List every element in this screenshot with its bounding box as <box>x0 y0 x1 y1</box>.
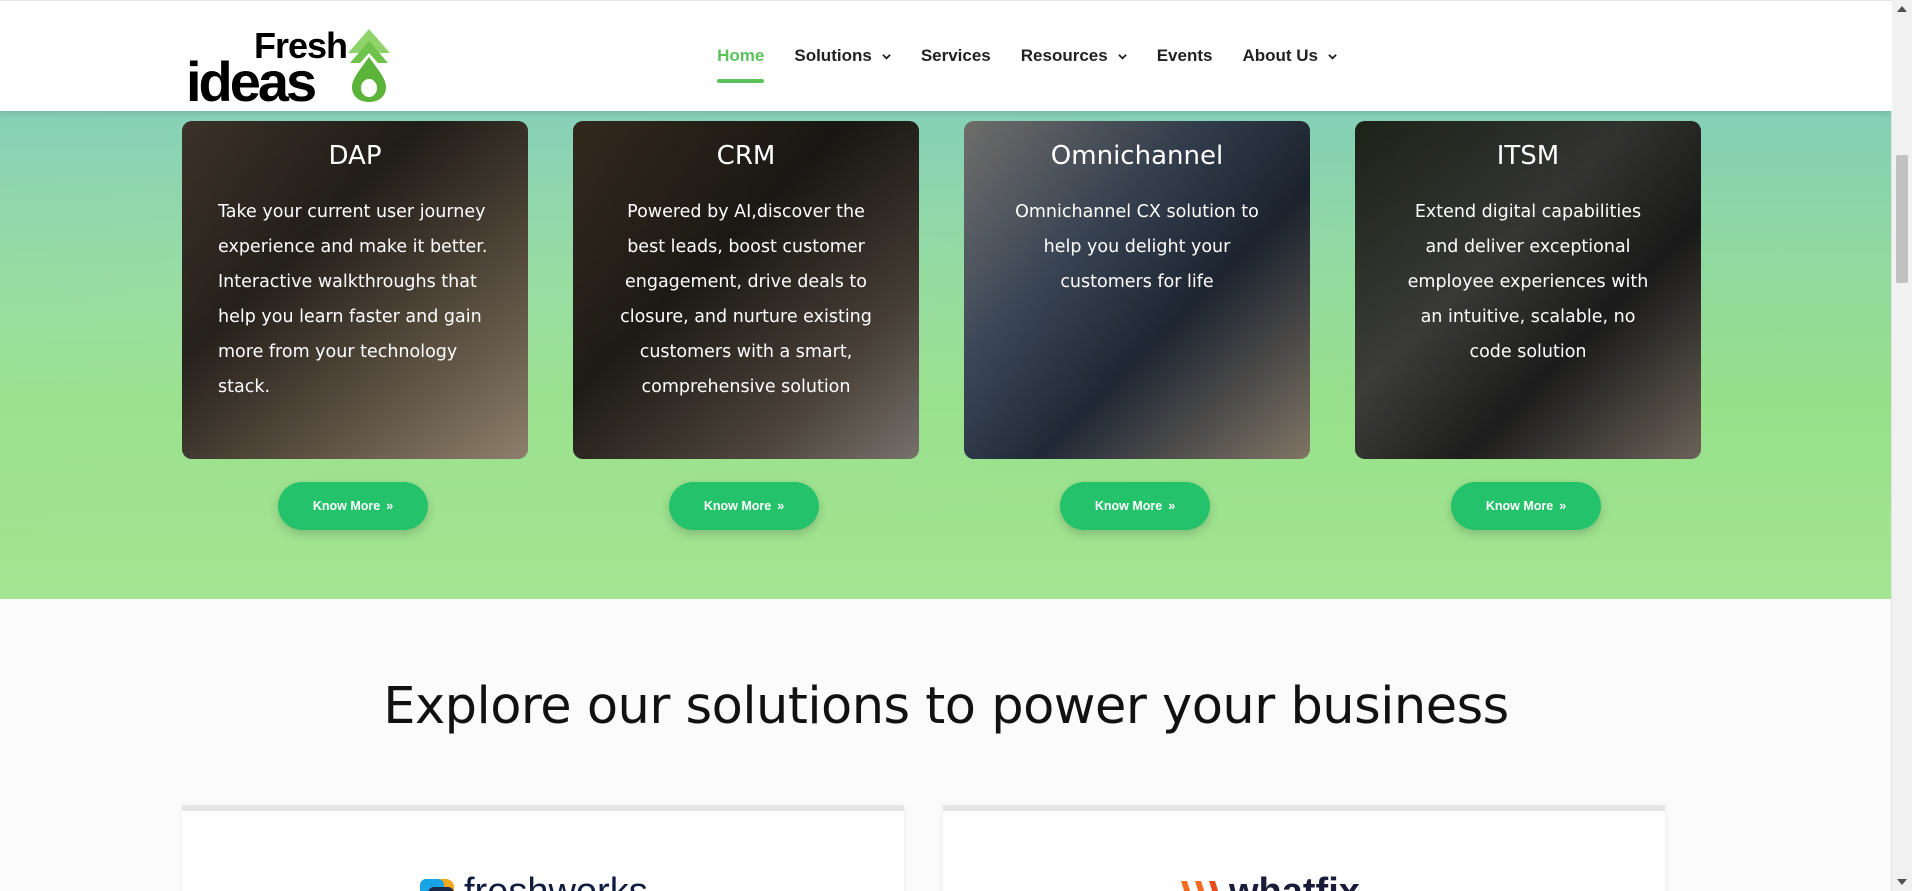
whatfix-logo-icon <box>1181 881 1219 891</box>
page: Fresh ideas Home Solutions Services Reso… <box>0 0 1892 891</box>
card-dap[interactable]: DAP Take your current user journey exper… <box>182 121 528 459</box>
leaf-drop-icon <box>348 29 390 102</box>
explore-section: Explore our solutions to power your busi… <box>0 599 1892 891</box>
know-more-button-dap[interactable]: Know More » <box>278 482 428 530</box>
know-more-label: Know More <box>312 499 381 513</box>
site-header: Fresh ideas Home Solutions Services Reso… <box>0 0 1892 113</box>
nav-events-label: Events <box>1156 46 1213 65</box>
nav-solutions-label: Solutions <box>794 46 872 65</box>
nav-services-label: Services <box>920 46 991 65</box>
nav-resources[interactable]: Resources <box>1006 1 1142 111</box>
card-omnichannel[interactable]: Omnichannel Omnichannel CX solution to h… <box>964 121 1310 459</box>
double-chevron-right-icon: » <box>1559 499 1567 513</box>
solution-card-whatfix[interactable]: whatfix <box>943 805 1665 891</box>
logo-text-bottom: ideas <box>186 50 317 113</box>
card-dap-title: DAP <box>328 141 382 171</box>
chevron-down-icon <box>882 53 891 60</box>
card-omnichannel-text: Omnichannel CX solution to help you deli… <box>1015 202 1259 292</box>
card-crm[interactable]: CRM Powered by AI,discover the best lead… <box>573 121 919 459</box>
nav-solutions[interactable]: Solutions <box>779 1 905 111</box>
nav-about-us[interactable]: About Us <box>1227 1 1352 111</box>
card-itsm[interactable]: ITSM Extend digital capabilities and del… <box>1355 121 1701 459</box>
double-chevron-right-icon: » <box>777 499 785 513</box>
nav-about-us-label: About Us <box>1242 46 1318 65</box>
whatfix-logo-text: whatfix <box>1229 871 1360 891</box>
nav-home-label: Home <box>717 46 765 65</box>
chevron-down-icon <box>1328 53 1337 60</box>
card-omnichannel-title: Omnichannel <box>1050 141 1224 171</box>
scroll-up-arrow-icon[interactable] <box>1897 6 1907 12</box>
know-more-label: Know More <box>1094 499 1163 513</box>
card-crm-text: Powered by AI,discover the best leads, b… <box>620 202 872 397</box>
nav-services[interactable]: Services <box>906 1 1006 111</box>
nav-resources-label: Resources <box>1020 46 1108 65</box>
fresh-ideas-logo[interactable]: Fresh ideas <box>186 25 392 113</box>
card-dap-text: Take your current user journey experienc… <box>218 202 488 397</box>
page-scrollbar[interactable] <box>1891 0 1912 891</box>
nav-home[interactable]: Home <box>702 1 779 111</box>
solution-card-freshworks[interactable]: freshworks <box>182 805 904 891</box>
know-more-button-omnichannel[interactable]: Know More » <box>1060 482 1210 530</box>
chevron-down-icon <box>1117 53 1127 60</box>
know-more-label: Know More <box>1485 499 1554 513</box>
know-more-button-itsm[interactable]: Know More » <box>1451 482 1601 530</box>
solutions-hero: DAP Take your current user journey exper… <box>0 110 1892 599</box>
card-itsm-title: ITSM <box>1496 141 1560 171</box>
main-nav: Home Solutions Services Resources Events… <box>702 1 1352 111</box>
double-chevron-right-icon: » <box>386 499 394 513</box>
explore-heading: Explore our solutions to power your busi… <box>383 677 1509 736</box>
freshworks-logo-icon <box>420 879 454 891</box>
freshworks-logo-text: freshworks <box>464 871 648 891</box>
know-more-button-crm[interactable]: Know More » <box>669 482 819 530</box>
scroll-down-arrow-icon[interactable] <box>1897 879 1907 885</box>
scrollbar-thumb[interactable] <box>1896 155 1908 283</box>
nav-events[interactable]: Events <box>1142 1 1228 111</box>
card-itsm-text: Extend digital capabilities and deliver … <box>1407 202 1649 362</box>
double-chevron-right-icon: » <box>1168 499 1176 513</box>
know-more-label: Know More <box>703 499 772 513</box>
card-crm-title: CRM <box>716 141 776 171</box>
